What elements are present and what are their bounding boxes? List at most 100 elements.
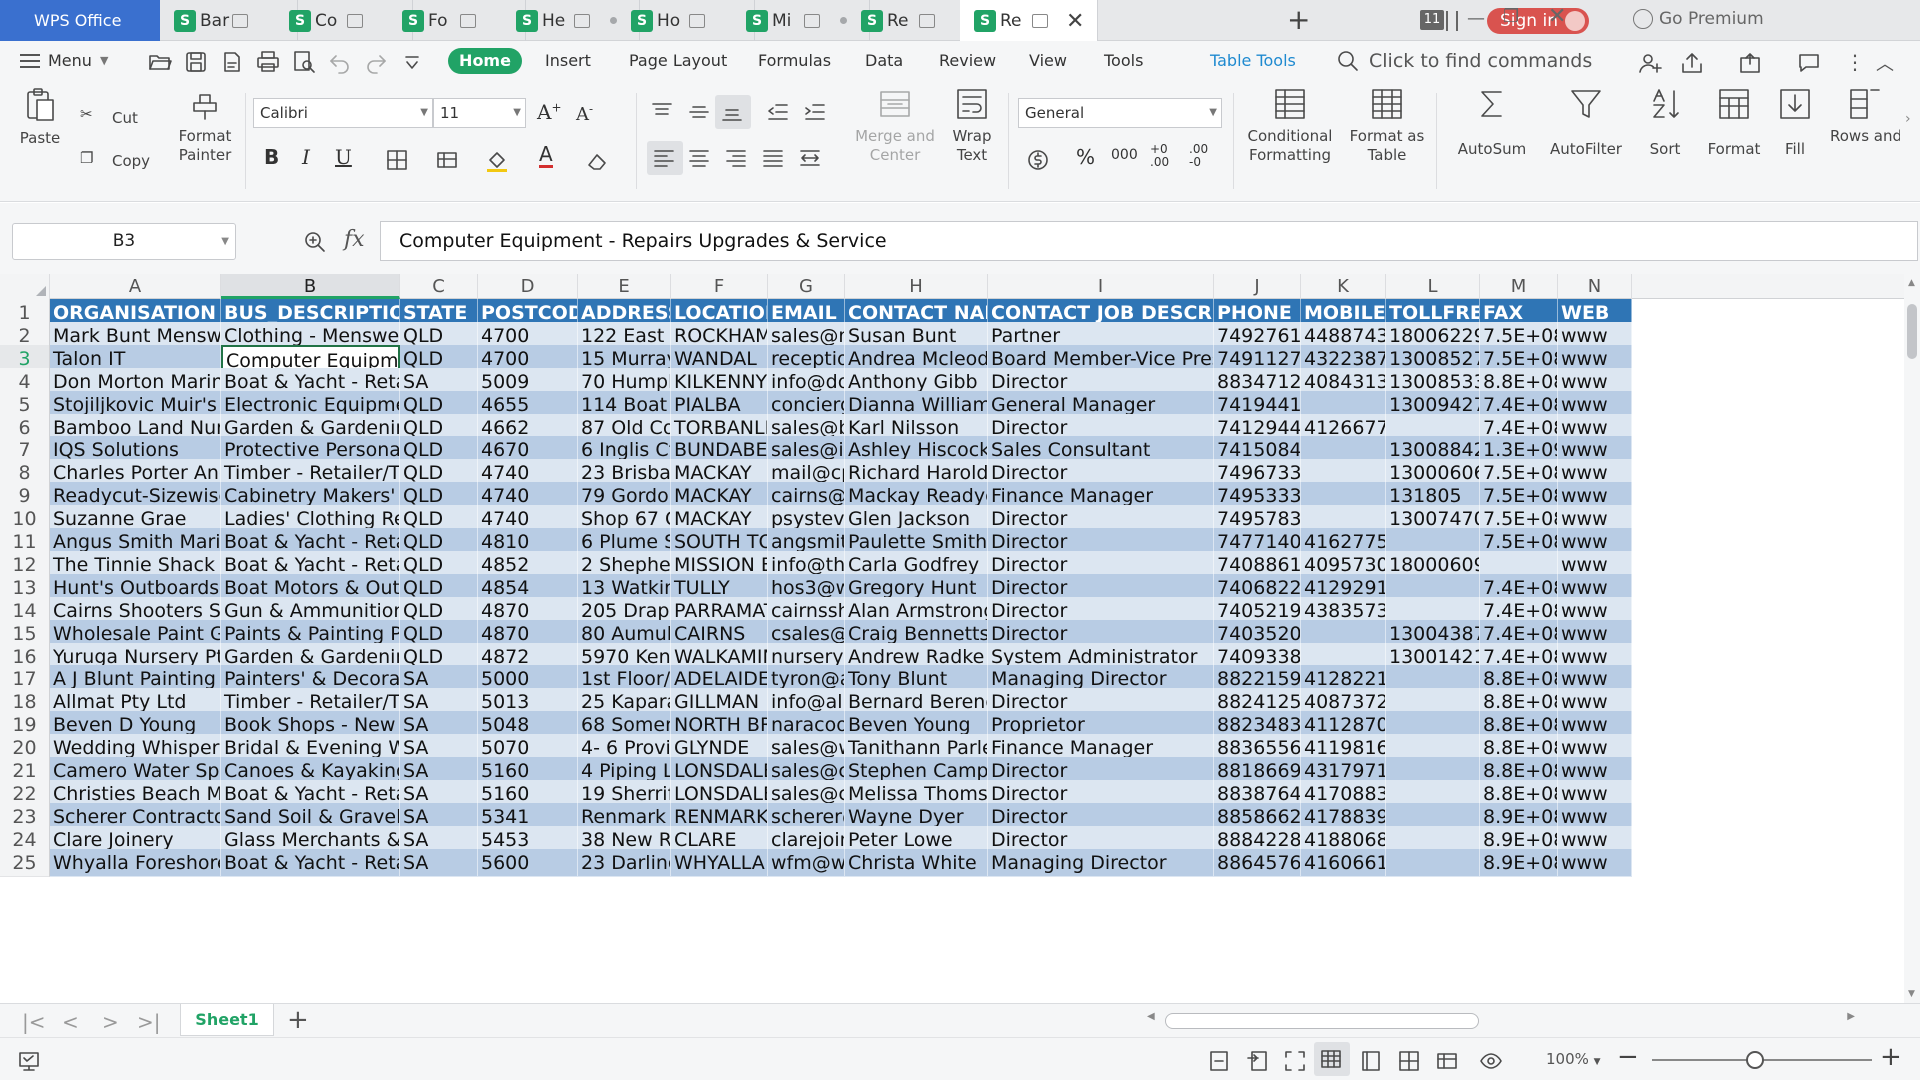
- cell[interactable]: 8.9E+08: [1480, 848, 1558, 877]
- last-sheet-icon[interactable]: >|: [137, 1010, 161, 1034]
- copy-button[interactable]: ❐ Copy: [80, 149, 170, 171]
- close-window-icon[interactable]: ✕: [1548, 4, 1566, 29]
- borders-icon[interactable]: [384, 147, 410, 173]
- add-sheet-button[interactable]: +: [287, 1005, 309, 1035]
- tab-view[interactable]: View: [1029, 41, 1067, 81]
- currency-icon[interactable]: [1025, 147, 1051, 173]
- tab-formulas[interactable]: Formulas: [758, 41, 831, 81]
- cell[interactable]: Christa White: [845, 848, 988, 877]
- scroll-left-icon[interactable]: ◀: [1147, 1011, 1155, 1022]
- tab-home[interactable]: Home: [448, 48, 522, 74]
- column-header-g[interactable]: G: [768, 274, 845, 299]
- prev-sheet-icon[interactable]: <: [62, 1010, 79, 1034]
- restore-icon[interactable]: ❐: [1503, 6, 1519, 27]
- font-name-select[interactable]: Calibri ▼: [253, 98, 433, 128]
- cell[interactable]: www: [1558, 848, 1632, 877]
- column-header-f[interactable]: F: [671, 274, 768, 299]
- tab-data[interactable]: Data: [865, 41, 903, 81]
- cell[interactable]: WHYALLA: [671, 848, 768, 877]
- main-menu-button[interactable]: Menu ▼: [20, 41, 108, 81]
- collapse-ribbon-icon[interactable]: ︿: [1876, 50, 1894, 76]
- share-user-icon[interactable]: [1637, 50, 1663, 76]
- minimize-icon[interactable]: —: [1467, 8, 1485, 29]
- justify-icon[interactable]: [760, 145, 786, 171]
- thousands-separator-icon[interactable]: 000: [1111, 147, 1138, 163]
- zoom-slider-handle[interactable]: [1746, 1051, 1764, 1069]
- cell[interactable]: SA: [400, 848, 478, 877]
- cell[interactable]: Whyalla Foreshore Marine: [50, 848, 221, 877]
- comment-icon[interactable]: [1796, 50, 1822, 76]
- spreadsheet-grid[interactable]: ABCDEFGHIJKLMN 1 ORGANISATION BUS_DESCRIPT…: [0, 274, 1904, 1003]
- rows-columns-button[interactable]: Rows and Columns: [1830, 85, 1900, 146]
- select-all-corner[interactable]: [0, 274, 50, 299]
- freeze-panes-icon[interactable]: [1434, 1048, 1460, 1074]
- page-layout-icon[interactable]: [1358, 1048, 1384, 1074]
- distributed-icon[interactable]: [797, 145, 823, 171]
- horizontal-scroll-thumb[interactable]: [1165, 1013, 1479, 1029]
- align-middle-icon[interactable]: [686, 99, 712, 125]
- name-box[interactable]: B3 ▼: [12, 223, 236, 260]
- zoom-out-button[interactable]: −: [1617, 1042, 1639, 1072]
- number-format-select[interactable]: General ▼: [1018, 98, 1222, 128]
- increase-decimal-icon[interactable]: +0.00: [1150, 143, 1169, 169]
- tab-count-badge[interactable]: 11: [1420, 10, 1444, 30]
- zoom-level[interactable]: 100% ▼: [1546, 1050, 1601, 1068]
- tab-list-icon[interactable]: [1446, 11, 1458, 31]
- undo-icon[interactable]: [327, 49, 353, 75]
- formula-input[interactable]: Computer Equipment - Repairs Upgrades & …: [380, 221, 1918, 261]
- column-header-l[interactable]: L: [1386, 274, 1480, 299]
- cell-style-icon[interactable]: [434, 147, 460, 173]
- wps-office-home-tab[interactable]: WPS Office: [0, 0, 160, 41]
- increase-font-size-icon[interactable]: A+: [537, 100, 562, 124]
- cell[interactable]: 5600: [478, 848, 578, 877]
- normal-view-icon[interactable]: [1206, 1048, 1232, 1074]
- customize-toolbar-icon[interactable]: [399, 49, 425, 75]
- more-options-icon[interactable]: ⋮: [1845, 50, 1865, 74]
- bold-icon[interactable]: B: [264, 145, 279, 169]
- cell[interactable]: 23 Darling Tce: [578, 848, 671, 877]
- next-sheet-icon[interactable]: >: [102, 1010, 119, 1034]
- autosum-button[interactable]: AutoSum: [1452, 85, 1532, 159]
- save-icon[interactable]: [183, 49, 209, 75]
- cell[interactable]: wfm@we: [768, 848, 845, 877]
- column-header-i[interactable]: I: [988, 274, 1214, 299]
- tab-tools[interactable]: Tools: [1104, 41, 1143, 81]
- tab-table-tools[interactable]: Table Tools: [1210, 41, 1296, 81]
- row-header[interactable]: 25: [0, 848, 50, 877]
- column-header-m[interactable]: M: [1480, 274, 1558, 299]
- fullscreen-icon[interactable]: [1282, 1048, 1308, 1074]
- scroll-right-icon[interactable]: ▶: [1847, 1011, 1855, 1022]
- zoom-in-button[interactable]: +: [1880, 1042, 1902, 1072]
- lookup-icon[interactable]: [302, 229, 328, 255]
- font-color-icon[interactable]: A: [539, 143, 553, 168]
- print-preview-icon[interactable]: [291, 49, 317, 75]
- fill-button[interactable]: Fill: [1775, 85, 1815, 159]
- sort-button[interactable]: Sort: [1640, 85, 1690, 159]
- scroll-down-icon[interactable]: ▼: [1908, 989, 1915, 999]
- column-header-c[interactable]: C: [400, 274, 478, 299]
- merge-center-button[interactable]: Merge and Center: [855, 85, 935, 165]
- autofilter-button[interactable]: AutoFilter: [1545, 85, 1627, 159]
- font-size-select[interactable]: 11 ▼: [433, 98, 526, 128]
- open-folder-icon[interactable]: [147, 49, 173, 75]
- align-left-button[interactable]: [647, 141, 683, 175]
- print-icon[interactable]: [255, 49, 281, 75]
- decrease-decimal-icon[interactable]: .00 -0: [1189, 143, 1208, 169]
- wrap-text-button[interactable]: Wrap Text: [944, 85, 1000, 165]
- column-header-h[interactable]: H: [845, 274, 988, 299]
- tab-insert[interactable]: Insert: [545, 41, 591, 81]
- cell[interactable]: 416066178: [1301, 848, 1386, 877]
- cell[interactable]: Boat & Yacht - Retail: [221, 848, 400, 877]
- fx-icon[interactable]: fx: [344, 227, 365, 252]
- fill-color-icon[interactable]: [484, 147, 510, 173]
- page-break-preview-icon[interactable]: [1396, 1048, 1422, 1074]
- paste-button[interactable]: Paste: [16, 85, 64, 148]
- doc-tab[interactable]: S Re ✕: [960, 0, 1098, 42]
- conditional-formatting-button[interactable]: Conditional Formatting: [1240, 85, 1340, 165]
- column-header-d[interactable]: D: [478, 274, 578, 299]
- column-header-j[interactable]: J: [1214, 274, 1301, 299]
- column-header-e[interactable]: E: [578, 274, 671, 299]
- cell[interactable]: Managing Director: [988, 848, 1214, 877]
- tab-review[interactable]: Review: [939, 41, 996, 81]
- column-header-n[interactable]: N: [1558, 274, 1632, 299]
